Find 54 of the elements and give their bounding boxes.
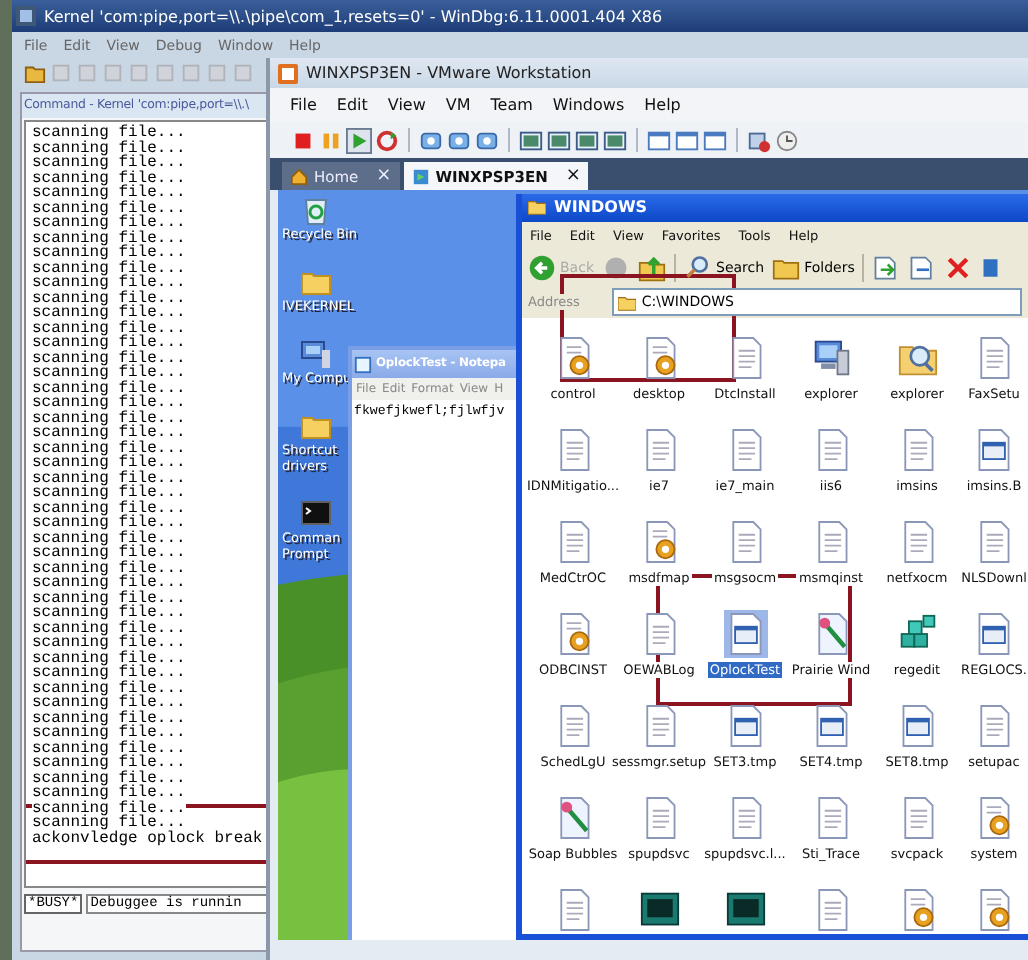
gear-document-icon xyxy=(974,888,1014,932)
recycle-bin-icon[interactable] xyxy=(300,194,332,226)
home-icon xyxy=(290,167,308,185)
document-icon xyxy=(974,704,1014,748)
window-document-icon xyxy=(974,612,1014,656)
move-icon[interactable] xyxy=(872,253,901,282)
snapshot-icon[interactable] xyxy=(446,127,472,153)
window-document-icon xyxy=(725,612,765,656)
copy-icon[interactable] xyxy=(908,253,937,282)
close-icon[interactable]: × xyxy=(376,166,392,186)
snapshot-icon[interactable] xyxy=(474,127,500,153)
app-icon xyxy=(16,6,36,26)
menu-item[interactable]: View xyxy=(387,96,426,114)
view-icon[interactable] xyxy=(602,127,628,153)
menu-item[interactable]: VM xyxy=(445,96,471,114)
notepad-icon xyxy=(354,355,372,373)
window-icon[interactable] xyxy=(674,127,700,153)
play-icon[interactable] xyxy=(346,127,372,153)
refresh-icon[interactable] xyxy=(374,127,400,153)
menu-item[interactable]: Windows xyxy=(552,96,625,114)
clock-icon[interactable] xyxy=(774,127,800,153)
gear-document-icon xyxy=(974,796,1014,840)
folder-icon[interactable] xyxy=(24,62,46,84)
console-icon[interactable] xyxy=(300,498,332,530)
screenshot-icon[interactable] xyxy=(746,127,772,153)
folder-icon xyxy=(617,293,636,311)
window-icon[interactable] xyxy=(702,127,728,153)
menu-item[interactable]: File xyxy=(290,96,317,114)
search-icon xyxy=(684,253,712,282)
window-title: WINXPSP3EN - VMware Workstation xyxy=(306,64,592,82)
menu-item[interactable]: Edit xyxy=(336,96,368,114)
window-document-icon xyxy=(897,704,937,748)
snapshot-icon[interactable] xyxy=(418,127,444,153)
close-icon[interactable]: × xyxy=(565,166,581,186)
vm-icon xyxy=(411,167,430,185)
up-folder-icon[interactable] xyxy=(638,253,666,282)
menu-item[interactable]: Help xyxy=(644,96,681,114)
window-icon[interactable] xyxy=(646,127,672,153)
menu-item[interactable]: Team xyxy=(490,96,533,114)
computer-icon[interactable] xyxy=(300,338,332,370)
app-icon xyxy=(278,63,298,83)
view-icon[interactable] xyxy=(546,127,572,153)
window-title: Kernel 'com:pipe,port=\\.\pipe\com_1,resets=0' - WinDbg:6.11.0001.404 X86 xyxy=(44,7,663,25)
view-icon[interactable] xyxy=(574,127,600,153)
computer-icon xyxy=(811,336,851,380)
window-title: WINDOWS xyxy=(554,198,648,217)
folder-icon xyxy=(528,198,546,217)
delete-icon[interactable] xyxy=(944,253,973,282)
document-icon xyxy=(974,336,1014,380)
document-icon xyxy=(974,520,1014,564)
view-icon[interactable] xyxy=(518,127,544,153)
window-document-icon xyxy=(974,428,1014,472)
window-document-icon xyxy=(725,704,765,748)
window-document-icon xyxy=(811,704,851,748)
